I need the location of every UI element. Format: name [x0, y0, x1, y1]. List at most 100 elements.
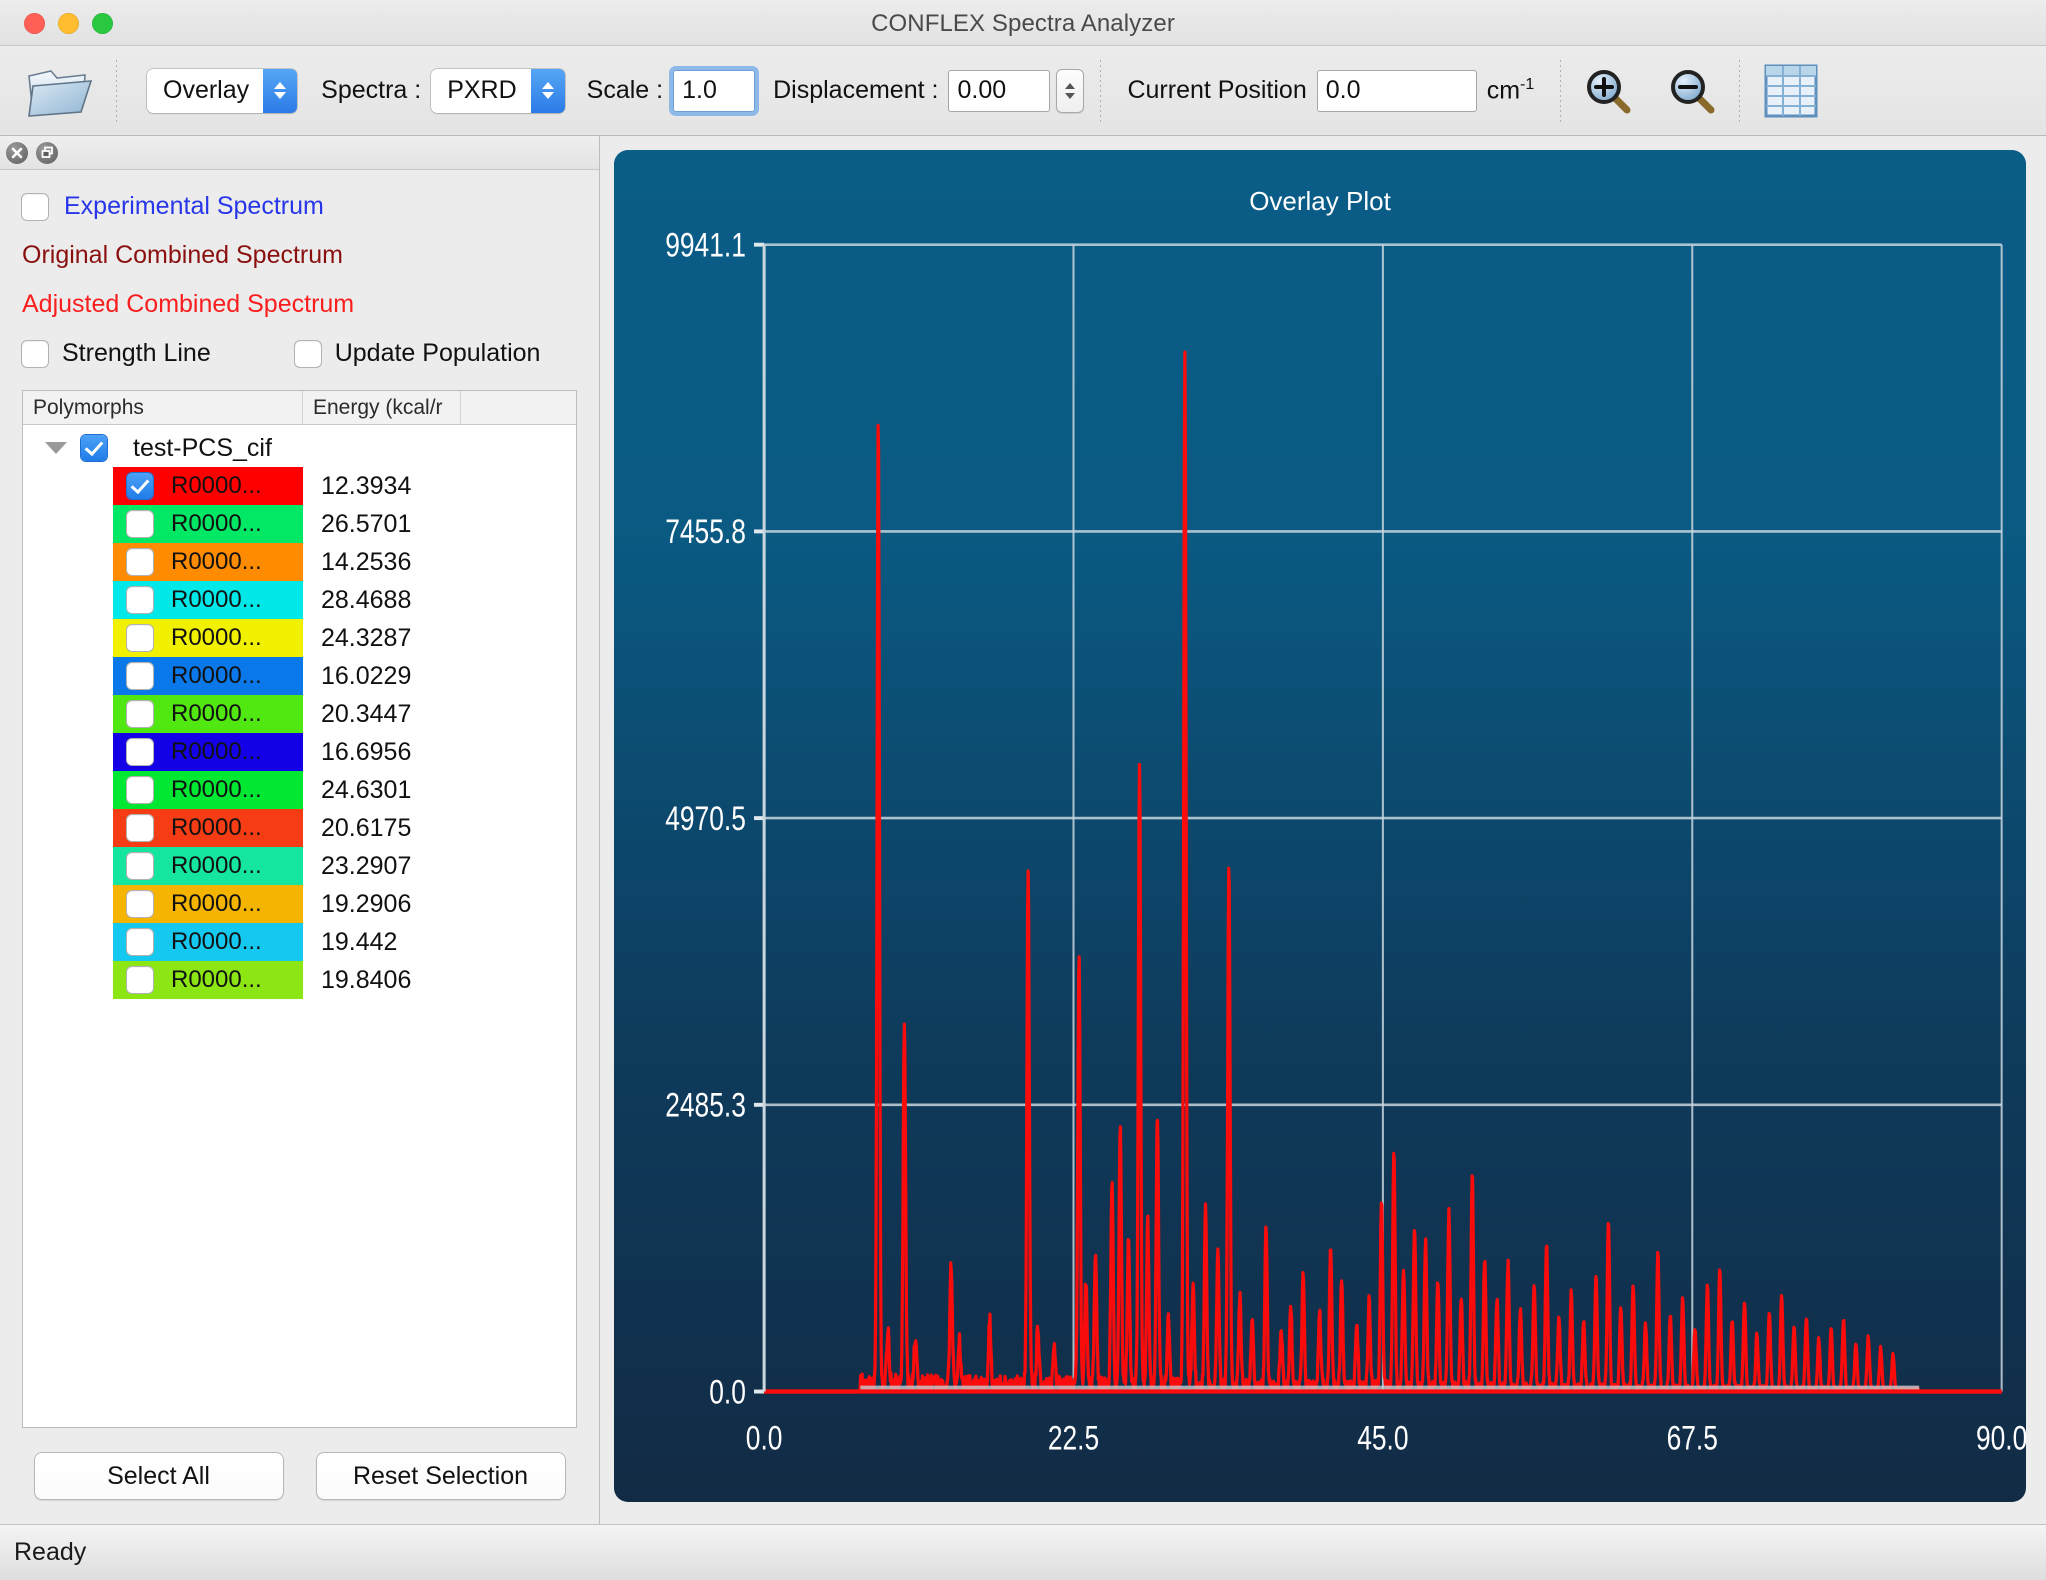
- polymorph-color-swatch[interactable]: R0000...: [113, 467, 303, 505]
- toolbar-separator: [1560, 60, 1561, 122]
- zoom-in-icon[interactable]: [1577, 60, 1639, 122]
- polymorph-color-swatch[interactable]: R0000...: [113, 733, 303, 771]
- update-population-label: Update Population: [335, 339, 541, 368]
- table-row[interactable]: R0000... 20.6175: [23, 809, 576, 847]
- polymorph-color-swatch[interactable]: R0000...: [113, 581, 303, 619]
- current-position-input[interactable]: 0.0: [1317, 70, 1477, 112]
- polymorph-checkbox[interactable]: [127, 967, 153, 993]
- polymorph-color-swatch[interactable]: R0000...: [113, 619, 303, 657]
- table-row[interactable]: R0000...24.3287: [23, 619, 576, 657]
- spectra-select[interactable]: PXRD: [431, 69, 564, 113]
- chevron-down-icon[interactable]: [45, 442, 67, 454]
- polymorph-energy: 14.2536: [303, 548, 411, 577]
- polymorph-table[interactable]: Polymorphs Energy (kcal/r test-PCS_cif R…: [22, 390, 577, 1428]
- table-row[interactable]: R0000... 12.3934: [23, 467, 576, 505]
- polymorph-name: R0000...: [171, 548, 262, 576]
- displacement-stepper[interactable]: [1056, 69, 1084, 113]
- table-row[interactable]: R0000...23.2907: [23, 847, 576, 885]
- polymorph-name: R0000...: [171, 852, 262, 880]
- overlay-plot-svg[interactable]: 0.02485.34970.57455.89941.10.022.545.067…: [614, 150, 2026, 1502]
- status-text: Ready: [14, 1538, 86, 1567]
- polymorph-energy: 20.3447: [303, 700, 411, 729]
- toolbar-separator: [116, 60, 117, 122]
- polymorph-color-swatch[interactable]: R0000...: [113, 809, 303, 847]
- plot-card[interactable]: Overlay Plot 0.02485.34970.57455.89941.1…: [614, 150, 2026, 1502]
- x-tick-label: 45.0: [1357, 1419, 1408, 1457]
- table-row[interactable]: R0000...19.442: [23, 923, 576, 961]
- polymorph-name: R0000...: [171, 928, 262, 956]
- app-window: CONFLEX Spectra Analyzer Overlay: [0, 0, 2046, 1580]
- scale-input[interactable]: 1.0: [673, 70, 755, 112]
- polymorph-color-swatch[interactable]: R0000...: [113, 923, 303, 961]
- polymorph-name: R0000...: [171, 738, 262, 766]
- toolbar: Overlay Spectra : PXRD Scale : 1.0 Displ…: [0, 46, 2046, 136]
- polymorph-color-swatch[interactable]: R0000...: [113, 885, 303, 923]
- polymorph-checkbox[interactable]: [127, 549, 153, 575]
- open-folder-icon[interactable]: [20, 60, 100, 122]
- select-all-button[interactable]: Select All: [34, 1452, 284, 1500]
- mode-select[interactable]: Overlay: [147, 69, 297, 113]
- update-population-checkbox[interactable]: [295, 341, 321, 367]
- panel-float-icon[interactable]: [36, 142, 58, 164]
- strength-line-row[interactable]: Strength Line: [22, 339, 211, 368]
- x-tick-label: 90.0: [1976, 1419, 2026, 1457]
- zoom-out-icon[interactable]: [1661, 60, 1723, 122]
- table-row[interactable]: R0000... 14.2536: [23, 543, 576, 581]
- polymorph-energy: 19.8406: [303, 966, 411, 995]
- table-row[interactable]: R0000...16.0229: [23, 657, 576, 695]
- polymorph-color-swatch[interactable]: R0000...: [113, 771, 303, 809]
- polymorph-checkbox[interactable]: [127, 815, 153, 841]
- polymorph-energy: 12.3934: [303, 472, 411, 501]
- left-panel: Experimental Spectrum Original Combined …: [0, 136, 600, 1524]
- polymorph-checkbox[interactable]: [127, 739, 153, 765]
- polymorph-checkbox[interactable]: [127, 929, 153, 955]
- polymorph-checkbox[interactable]: [127, 701, 153, 727]
- polymorph-color-swatch[interactable]: R0000...: [113, 847, 303, 885]
- table-header: Polymorphs Energy (kcal/r: [23, 391, 576, 425]
- tree-root-checkbox[interactable]: [81, 435, 107, 461]
- experimental-spectrum-checkbox[interactable]: [22, 194, 48, 220]
- polymorph-checkbox[interactable]: [127, 777, 153, 803]
- x-tick-label: 0.0: [746, 1419, 783, 1457]
- polymorph-color-swatch[interactable]: R0000...: [113, 505, 303, 543]
- polymorph-checkbox[interactable]: [127, 625, 153, 651]
- mode-select-value: Overlay: [147, 76, 263, 105]
- polymorph-color-swatch[interactable]: R0000...: [113, 543, 303, 581]
- reset-selection-button[interactable]: Reset Selection: [316, 1452, 566, 1500]
- panel-close-icon[interactable]: [6, 142, 28, 164]
- update-population-row[interactable]: Update Population: [295, 339, 541, 368]
- polymorph-checkbox[interactable]: [127, 891, 153, 917]
- spectra-select-value: PXRD: [431, 76, 530, 105]
- polymorph-checkbox[interactable]: [127, 511, 153, 537]
- table-row[interactable]: R0000...16.6956: [23, 733, 576, 771]
- table-row[interactable]: R0000...26.5701: [23, 505, 576, 543]
- column-header-polymorphs[interactable]: Polymorphs: [23, 391, 303, 424]
- polymorph-color-swatch[interactable]: R0000...: [113, 961, 303, 999]
- tree-root-row[interactable]: test-PCS_cif: [23, 429, 576, 467]
- table-row[interactable]: R0000... 19.8406: [23, 961, 576, 999]
- polymorph-name: R0000...: [171, 966, 262, 994]
- tree-root-label: test-PCS_cif: [133, 434, 272, 463]
- polymorph-color-swatch[interactable]: R0000...: [113, 695, 303, 733]
- table-row[interactable]: R0000...20.3447: [23, 695, 576, 733]
- table-row[interactable]: R0000...24.6301: [23, 771, 576, 809]
- current-position-label: Current Position: [1127, 76, 1306, 105]
- polymorph-name: R0000...: [171, 814, 262, 842]
- displacement-input[interactable]: 0.00: [948, 70, 1050, 112]
- polymorph-checkbox[interactable]: [127, 663, 153, 689]
- polymorph-name: R0000...: [171, 890, 262, 918]
- table-row[interactable]: R0000...28.4688: [23, 581, 576, 619]
- column-header-energy[interactable]: Energy (kcal/r: [303, 391, 461, 424]
- table-row[interactable]: R0000...19.2906: [23, 885, 576, 923]
- table-view-icon[interactable]: [1756, 58, 1826, 124]
- polymorph-checkbox[interactable]: [127, 853, 153, 879]
- polymorph-checkbox[interactable]: [127, 587, 153, 613]
- polymorph-color-swatch[interactable]: R0000...: [113, 657, 303, 695]
- y-tick-label: 7455.8: [665, 513, 746, 551]
- polymorph-energy: 20.6175: [303, 814, 411, 843]
- y-tick-label: 9941.1: [665, 226, 746, 264]
- polymorph-name: R0000...: [171, 472, 262, 500]
- experimental-spectrum-row[interactable]: Experimental Spectrum: [22, 192, 577, 221]
- polymorph-checkbox[interactable]: [127, 473, 153, 499]
- strength-line-checkbox[interactable]: [22, 341, 48, 367]
